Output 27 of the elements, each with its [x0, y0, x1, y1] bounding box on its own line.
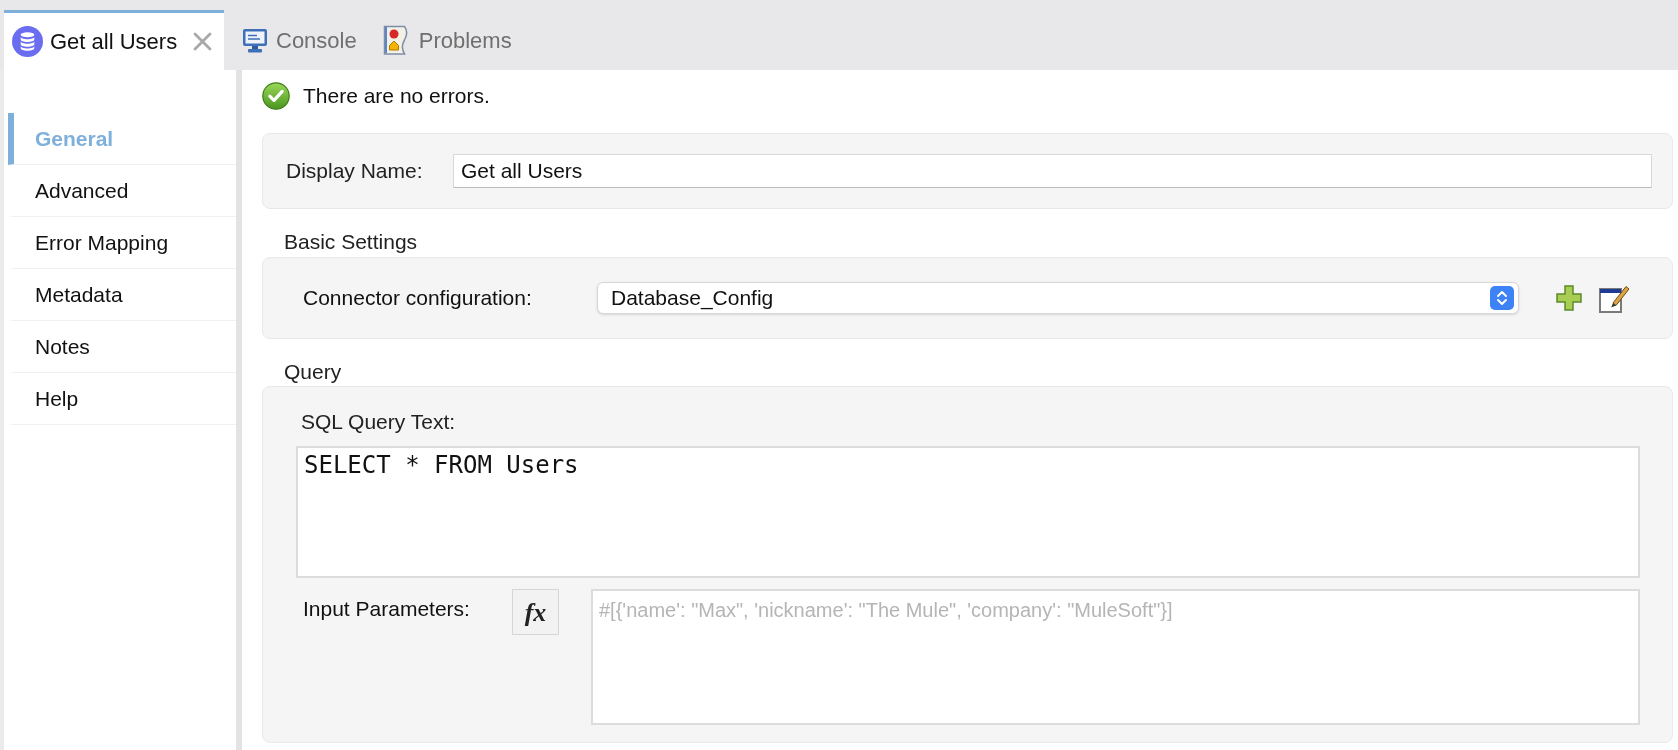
sidebar-item[interactable]: Advanced	[8, 165, 236, 217]
connector-config-label: Connector configuration:	[303, 285, 532, 312]
tab[interactable]: Get all Users	[4, 10, 224, 70]
section-title: Basic Settings	[284, 229, 418, 256]
sidebar-item[interactable]: Notes	[8, 321, 236, 373]
section-title: Query	[284, 359, 342, 386]
add-icon[interactable]	[1556, 285, 1582, 311]
sidebar-item[interactable]: Help	[8, 373, 236, 425]
sidebar-item[interactable]: Metadata	[8, 269, 236, 321]
status-message: There are no errors.	[303, 83, 490, 110]
tab[interactable]: Problems	[369, 10, 525, 70]
stepper-icon	[1490, 286, 1514, 310]
close-icon[interactable]	[193, 32, 212, 51]
tab[interactable]: Console	[229, 10, 370, 70]
monitor-icon	[242, 27, 268, 53]
sql-query-field[interactable]: SELECT * FROM Users	[296, 446, 1640, 578]
sidebar-item[interactable]: Error Mapping	[8, 217, 236, 269]
edit-icon[interactable]	[1599, 283, 1631, 313]
input-parameters-label: Input Parameters:	[303, 597, 470, 620]
display-name-label: Display Name:	[286, 158, 423, 185]
connector-config-select[interactable]: Database_Config	[597, 282, 1519, 314]
check-icon	[262, 82, 290, 110]
display-name-field[interactable]: Get all Users	[453, 154, 1652, 188]
input-parameters-field[interactable]: #[{'name': "Max", 'nickname': "The Mule", 'company': "MuleSoft"}]	[591, 589, 1640, 725]
sql-label: SQL Query Text:	[301, 410, 456, 434]
database-icon	[12, 26, 43, 57]
expression-button[interactable]: fx	[512, 589, 559, 635]
